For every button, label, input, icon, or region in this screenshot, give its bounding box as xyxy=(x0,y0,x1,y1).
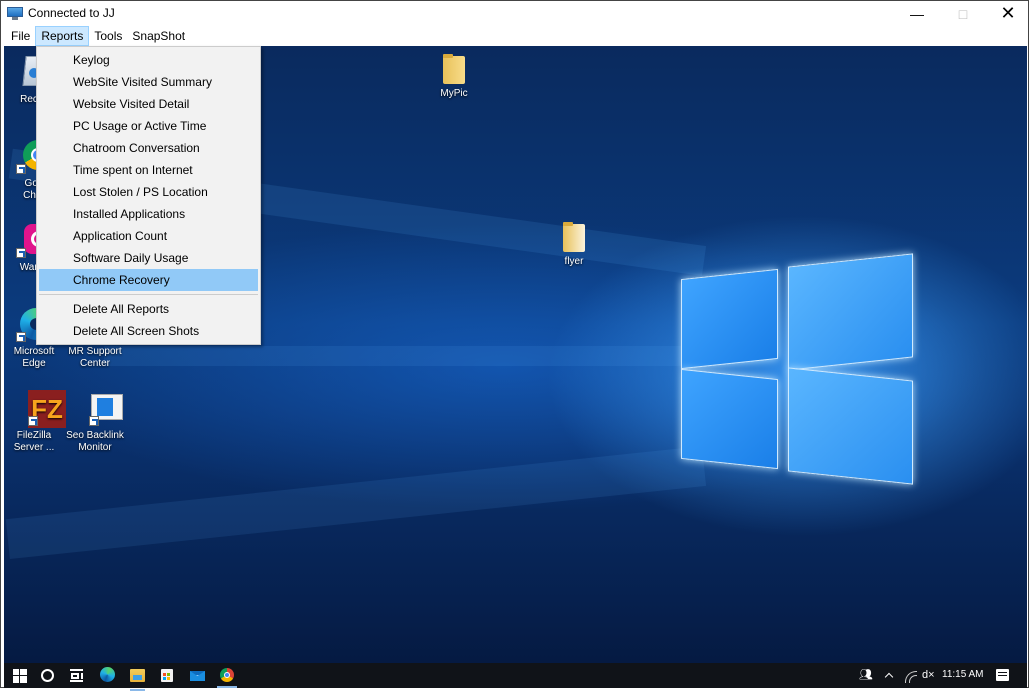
shortcut-arrow-icon xyxy=(16,248,26,258)
app-window: Connected to JJ — □ ✕ File Reports Tools… xyxy=(0,0,1029,691)
wallpaper-beam xyxy=(5,446,707,560)
shortcut-arrow-icon xyxy=(16,332,26,342)
mail-icon[interactable] xyxy=(190,671,205,681)
menu-reports[interactable]: Reports xyxy=(35,26,90,46)
desktop-icon-label: Microsoft xyxy=(13,346,55,357)
people-icon[interactable]: 👥︎ xyxy=(859,668,873,682)
desktop-icon-flyer[interactable]: flyer xyxy=(542,222,606,268)
desktop-icon-label: FileZilla xyxy=(16,430,52,441)
maximize-button[interactable]: □ xyxy=(940,1,986,26)
window-title: Connected to JJ xyxy=(28,6,115,20)
menu-bar: File Reports Tools SnapShot xyxy=(1,26,1028,46)
desktop-icon-label: Seo Backlink xyxy=(66,430,124,441)
wallpaper-logo-pane xyxy=(681,268,778,370)
monitor-app-icon xyxy=(77,390,123,426)
desktop-icon-label: MyPic xyxy=(440,88,468,99)
desktop-icon-label: Monitor xyxy=(78,442,112,453)
cortana-icon[interactable] xyxy=(41,669,54,682)
title-bar[interactable]: Connected to JJ — □ ✕ xyxy=(1,1,1028,26)
reports-dropdown-menu: Keylog WebSite Visited Summary Website V… xyxy=(36,46,261,345)
volume-muted-icon[interactable]: d× xyxy=(922,668,938,682)
folder-icon xyxy=(443,54,465,84)
desktop-icon-seo-backlink[interactable]: Seo Backlink Monitor xyxy=(63,390,127,454)
menu-item-installed-applications[interactable]: Installed Applications xyxy=(39,203,258,225)
menu-snapshot[interactable]: SnapShot xyxy=(127,26,190,46)
menu-item-website-visited-detail[interactable]: Website Visited Detail xyxy=(39,93,258,115)
menu-item-pc-usage[interactable]: PC Usage or Active Time xyxy=(39,115,258,137)
desktop-icon-label: Server ... xyxy=(13,442,55,453)
desktop-icon-label: Edge xyxy=(22,358,46,369)
menu-item-application-count[interactable]: Application Count xyxy=(39,225,258,247)
taskbar: 👥︎ d× 11:15 AM xyxy=(4,663,1027,691)
monitor-icon xyxy=(7,7,23,20)
wallpaper-logo-pane xyxy=(788,367,913,485)
chrome-icon[interactable] xyxy=(217,668,237,688)
close-button[interactable]: ✕ xyxy=(985,1,1029,26)
desktop-icon-mypic[interactable]: MyPic xyxy=(422,54,486,100)
menu-separator xyxy=(39,294,258,295)
menu-item-chatroom-conversation[interactable]: Chatroom Conversation xyxy=(39,137,258,159)
desktop-icon-filezilla[interactable]: FZ FileZilla Server ... xyxy=(4,390,66,454)
desktop-icon-label: MR Support xyxy=(68,346,122,357)
menu-item-website-visited-summary[interactable]: WebSite Visited Summary xyxy=(39,71,258,93)
menu-file[interactable]: File xyxy=(6,26,35,46)
shortcut-arrow-icon xyxy=(28,416,38,426)
store-icon[interactable] xyxy=(161,669,173,682)
notifications-icon[interactable] xyxy=(996,669,1009,681)
menu-item-chrome-recovery[interactable]: Chrome Recovery xyxy=(39,269,258,291)
wallpaper-beam xyxy=(104,346,704,366)
wifi-icon[interactable] xyxy=(903,669,917,683)
edge-icon[interactable] xyxy=(100,667,115,682)
menu-tools[interactable]: Tools xyxy=(89,26,127,46)
menu-item-delete-all-reports[interactable]: Delete All Reports xyxy=(39,298,258,320)
folder-icon xyxy=(563,222,585,252)
task-view-icon[interactable] xyxy=(70,669,83,682)
desktop-icon-label: Center xyxy=(79,358,110,369)
shortcut-arrow-icon xyxy=(89,416,99,426)
menu-item-software-daily-usage[interactable]: Software Daily Usage xyxy=(39,247,258,269)
menu-item-time-spent-internet[interactable]: Time spent on Internet xyxy=(39,159,258,181)
filezilla-icon: FZ xyxy=(16,390,66,428)
file-explorer-icon[interactable] xyxy=(130,669,145,691)
chevron-up-icon[interactable] xyxy=(884,671,894,682)
desktop-icon-label: flyer xyxy=(564,256,584,267)
wallpaper-logo-pane xyxy=(681,368,778,470)
menu-item-delete-all-screenshots[interactable]: Delete All Screen Shots xyxy=(39,320,258,342)
menu-item-keylog[interactable]: Keylog xyxy=(39,49,258,71)
start-icon[interactable] xyxy=(13,669,27,683)
shortcut-arrow-icon xyxy=(16,164,26,174)
menu-item-lost-stolen-location[interactable]: Lost Stolen / PS Location xyxy=(39,181,258,203)
minimize-button[interactable]: — xyxy=(894,1,940,26)
wallpaper-logo-pane xyxy=(788,253,913,371)
clock-time[interactable]: 11:15 AM xyxy=(942,669,984,680)
